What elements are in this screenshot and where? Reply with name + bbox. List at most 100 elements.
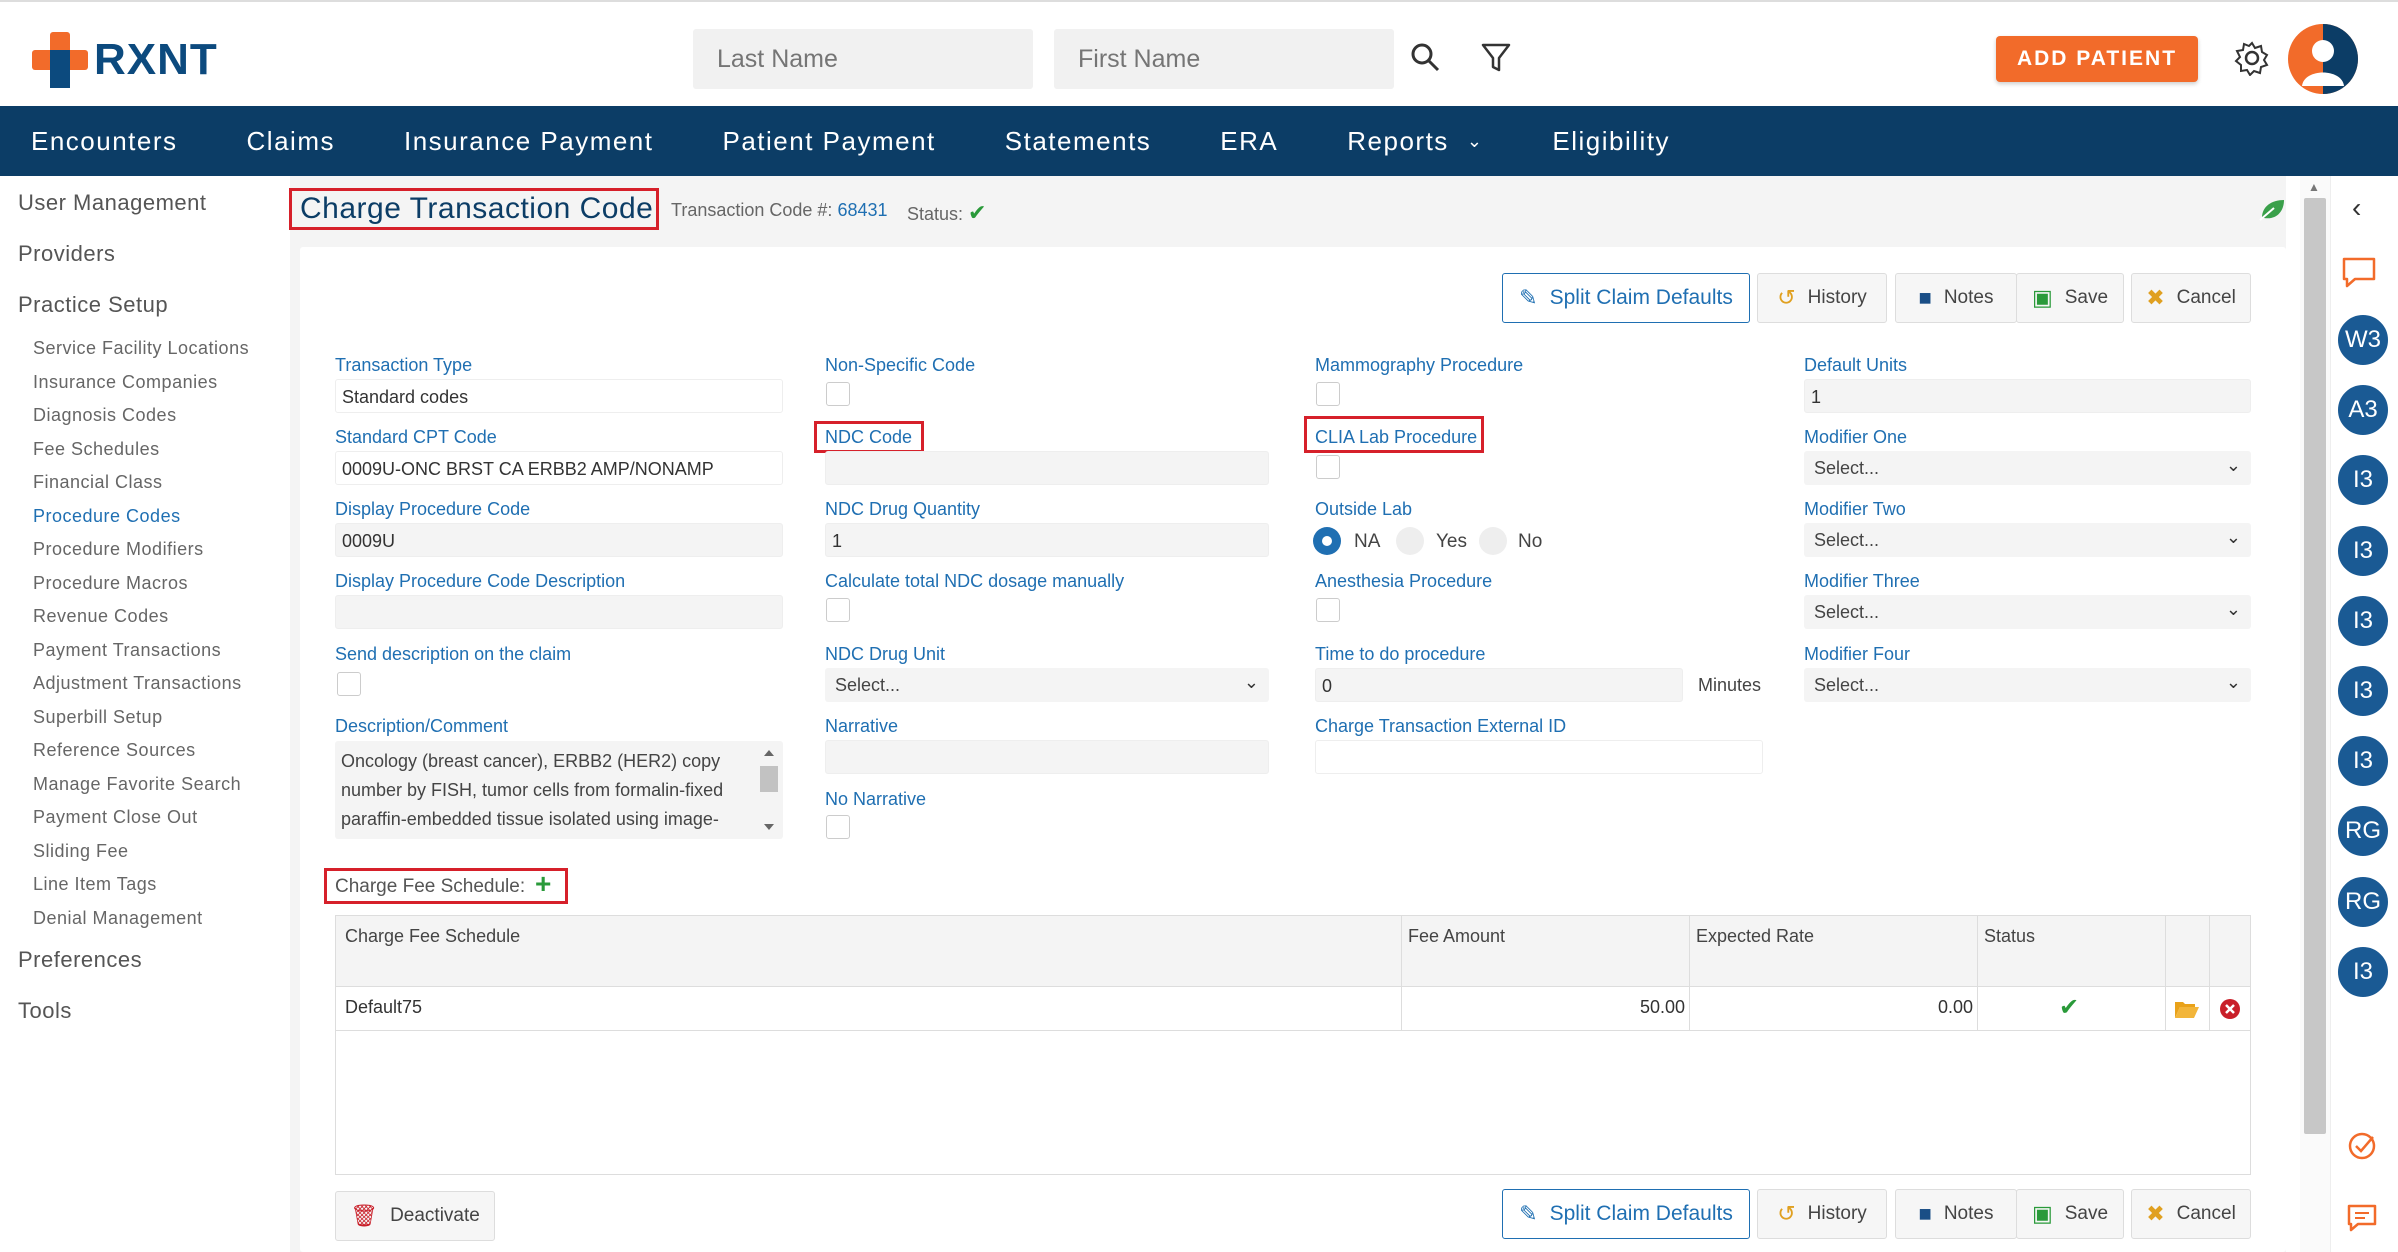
nav-patient-payment[interactable]: Patient Payment	[723, 126, 936, 157]
outside-lab-no-radio[interactable]	[1479, 527, 1507, 555]
user-bubble[interactable]: RG	[2336, 874, 2390, 929]
standard-cpt-code-field[interactable]: 0009U-ONC BRST CA ERBB2 AMP/NONAMP	[335, 451, 783, 485]
external-id-field[interactable]	[1315, 740, 1763, 774]
transaction-type-field[interactable]: Standard codes	[335, 379, 783, 413]
user-bubble[interactable]: I3	[2336, 944, 2390, 999]
user-avatar[interactable]	[2288, 24, 2358, 94]
nav-statements[interactable]: Statements	[1005, 126, 1152, 157]
default-units-field[interactable]: 1	[1804, 379, 2251, 413]
gear-icon[interactable]	[2234, 40, 2270, 76]
sidebar-item-line-item-tags[interactable]: Line Item Tags	[33, 874, 157, 895]
sidebar-item-sliding-fee[interactable]: Sliding Fee	[33, 841, 129, 862]
sidebar-item-payment-transactions[interactable]: Payment Transactions	[33, 640, 221, 661]
user-bubble[interactable]: I3	[2336, 523, 2390, 578]
col-expected-rate[interactable]: Expected Rate	[1696, 926, 1814, 947]
sidebar-practice-setup[interactable]: Practice Setup	[18, 292, 168, 318]
narrative-field[interactable]	[825, 740, 1269, 774]
anesthesia-checkbox[interactable]	[1316, 598, 1340, 622]
nav-claims[interactable]: Claims	[247, 126, 335, 157]
sidebar-item-insurance-companies[interactable]: Insurance Companies	[33, 372, 218, 393]
sidebar-item-denial-management[interactable]: Denial Management	[33, 908, 203, 929]
nav-eligibility[interactable]: Eligibility	[1552, 126, 1670, 157]
save-button-bottom[interactable]: ▣ Save	[2016, 1189, 2124, 1239]
add-patient-button[interactable]: ADD PATIENT	[1996, 36, 2198, 82]
sidebar-item-fee-schedules[interactable]: Fee Schedules	[33, 439, 160, 460]
user-bubble[interactable]: I3	[2336, 664, 2390, 718]
history-button[interactable]: ↺ History	[1757, 273, 1887, 323]
sidebar-item-service-facility-locations[interactable]: Service Facility Locations	[33, 338, 249, 359]
user-bubble[interactable]: I3	[2336, 593, 2390, 648]
notes-button[interactable]: ■ Notes	[1895, 273, 2017, 323]
sidebar-preferences[interactable]: Preferences	[18, 947, 142, 973]
col-status[interactable]: Status	[1984, 926, 2035, 947]
nav-reports[interactable]: Reports ⌄	[1347, 126, 1483, 157]
nav-encounters[interactable]: Encounters	[31, 126, 178, 157]
mammography-checkbox[interactable]	[1316, 382, 1340, 406]
user-bubble[interactable]: RG	[2336, 804, 2390, 859]
sidebar-item-reference-sources[interactable]: Reference Sources	[33, 740, 196, 761]
history-button-bottom[interactable]: ↺ History	[1757, 1189, 1887, 1239]
last-name-input[interactable]	[693, 29, 1033, 89]
user-bubble[interactable]: I3	[2336, 734, 2390, 789]
time-to-do-field[interactable]: 0	[1315, 668, 1683, 702]
non-specific-code-checkbox[interactable]	[826, 382, 850, 406]
table-row[interactable]: Default75 50.00 0.00 ✔	[336, 987, 2250, 1031]
user-bubble[interactable]: I3	[2336, 453, 2390, 508]
textarea-scrollbar[interactable]	[757, 744, 781, 836]
sidebar-item-adjustment-transactions[interactable]: Adjustment Transactions	[33, 673, 242, 694]
notes-button-bottom[interactable]: ■ Notes	[1895, 1189, 2017, 1239]
cancel-button-bottom[interactable]: ✖ Cancel	[2131, 1189, 2251, 1239]
cancel-button[interactable]: ✖ Cancel	[2131, 273, 2251, 323]
display-procedure-desc-field[interactable]	[335, 595, 783, 629]
task-check-icon[interactable]	[2347, 1131, 2377, 1161]
scroll-up-arrow-icon[interactable]: ▲	[2308, 180, 2320, 194]
outside-lab-yes-radio[interactable]	[1396, 527, 1424, 555]
chat-icon[interactable]	[2341, 256, 2377, 290]
rxnt-logo[interactable]: RXNT	[32, 32, 218, 88]
nav-insurance-payment[interactable]: Insurance Payment	[404, 126, 654, 157]
user-bubble[interactable]: A3	[2336, 383, 2390, 438]
save-button[interactable]: ▣ Save	[2016, 273, 2124, 323]
deactivate-button[interactable]: 🗑 Deactivate	[335, 1191, 495, 1241]
search-icon[interactable]	[1408, 40, 1444, 76]
sidebar-item-procedure-modifiers[interactable]: Procedure Modifiers	[33, 539, 204, 560]
sidebar-item-diagnosis-codes[interactable]: Diagnosis Codes	[33, 405, 177, 426]
send-description-checkbox[interactable]	[337, 672, 361, 696]
sidebar-item-procedure-codes[interactable]: Procedure Codes	[33, 506, 181, 527]
sidebar-tools[interactable]: Tools	[18, 998, 72, 1024]
sidebar-item-payment-close-out[interactable]: Payment Close Out	[33, 807, 198, 828]
modifier-three-select[interactable]: Select... ⌄	[1804, 595, 2251, 629]
modifier-two-select[interactable]: Select... ⌄	[1804, 523, 2251, 557]
folder-open-icon[interactable]	[2174, 998, 2200, 1020]
filter-icon[interactable]	[1478, 40, 1514, 76]
message-icon[interactable]	[2346, 1203, 2378, 1233]
sidebar-item-revenue-codes[interactable]: Revenue Codes	[33, 606, 169, 627]
sidebar-item-superbill-setup[interactable]: Superbill Setup	[33, 707, 163, 728]
no-narrative-checkbox[interactable]	[826, 815, 850, 839]
nav-era[interactable]: ERA	[1220, 126, 1278, 157]
page-scrollbar-thumb[interactable]	[2304, 198, 2326, 1134]
remove-icon[interactable]	[2219, 998, 2241, 1020]
sidebar-providers[interactable]: Providers	[18, 241, 115, 267]
first-name-input[interactable]	[1054, 29, 1394, 89]
sidebar-item-financial-class[interactable]: Financial Class	[33, 472, 163, 493]
clia-checkbox[interactable]	[1316, 455, 1340, 479]
col-charge-fee-schedule[interactable]: Charge Fee Schedule	[345, 926, 520, 947]
modifier-one-select[interactable]: Select... ⌄	[1804, 451, 2251, 485]
ndc-code-field[interactable]	[825, 451, 1269, 485]
ndc-drug-unit-select[interactable]: Select... ⌄	[825, 668, 1269, 702]
split-claim-defaults-button[interactable]: ✎ Split Claim Defaults	[1502, 273, 1750, 323]
outside-lab-na-radio[interactable]	[1313, 527, 1341, 555]
sidebar-item-manage-favorite-search[interactable]: Manage Favorite Search	[33, 774, 241, 795]
split-claim-defaults-button-bottom[interactable]: ✎ Split Claim Defaults	[1502, 1189, 1750, 1239]
calc-ndc-checkbox[interactable]	[826, 598, 850, 622]
modifier-four-select[interactable]: Select... ⌄	[1804, 668, 2251, 702]
col-fee-amount[interactable]: Fee Amount	[1408, 926, 1505, 947]
ndc-drug-quantity-field[interactable]: 1	[825, 523, 1269, 557]
add-fee-schedule-icon[interactable]: +	[535, 868, 551, 900]
description-comment-field[interactable]: Oncology (breast cancer), ERBB2 (HER2) c…	[335, 741, 783, 839]
sidebar-item-procedure-macros[interactable]: Procedure Macros	[33, 573, 188, 594]
sidebar-user-management[interactable]: User Management	[18, 190, 206, 216]
user-bubble[interactable]: W3	[2336, 313, 2390, 367]
chevron-left-icon[interactable]: ‹	[2352, 192, 2361, 224]
